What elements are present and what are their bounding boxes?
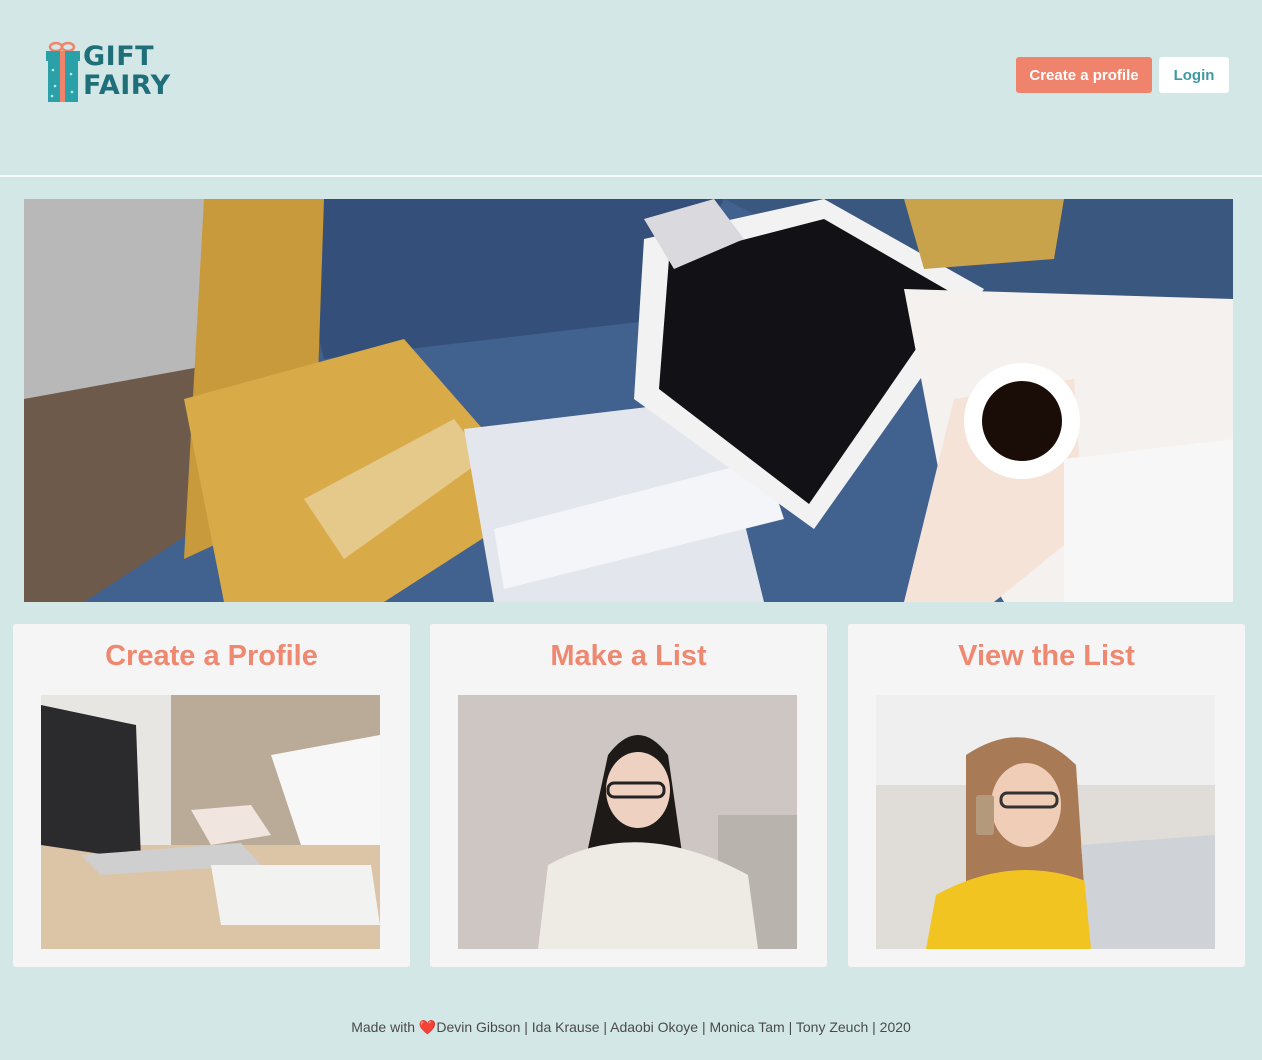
- footer-made-with: Made with: [351, 1019, 415, 1035]
- hero-image: [24, 199, 1233, 602]
- woman-phone-photo: [876, 695, 1215, 949]
- gift-fairy-logo[interactable]: GIFT FAIRY: [45, 40, 170, 104]
- card-title: Make a List: [550, 640, 707, 672]
- heart-icon: ❤️: [418, 1019, 437, 1035]
- login-button[interactable]: Login: [1159, 57, 1229, 93]
- laptop-photo: [41, 695, 380, 949]
- create-profile-button[interactable]: Create a profile: [1016, 57, 1152, 93]
- card-make-list[interactable]: Make a List: [430, 624, 827, 967]
- hero-photo-illustration: [24, 199, 1233, 602]
- site-footer: Made with ❤️Devin Gibson | Ida Krause | …: [0, 1019, 1262, 1036]
- card-create-profile[interactable]: Create a Profile: [13, 624, 410, 967]
- gift-box-icon: [46, 41, 80, 102]
- footer-credits: Devin Gibson | Ida Krause | Adaobi Okoye…: [436, 1019, 911, 1035]
- card-title: Create a Profile: [105, 640, 318, 672]
- card-view-list[interactable]: View the List: [848, 624, 1245, 967]
- site-header: GIFT FAIRY Create a profile Login: [0, 0, 1262, 176]
- woman-glasses-photo: [458, 695, 797, 949]
- header-divider: [0, 175, 1262, 177]
- logo-line-gift: GIFT: [83, 41, 155, 72]
- logo-text: GIFT FAIRY: [83, 42, 171, 100]
- logo-line-fairy: FAIRY: [83, 70, 171, 101]
- card-title: View the List: [958, 640, 1135, 672]
